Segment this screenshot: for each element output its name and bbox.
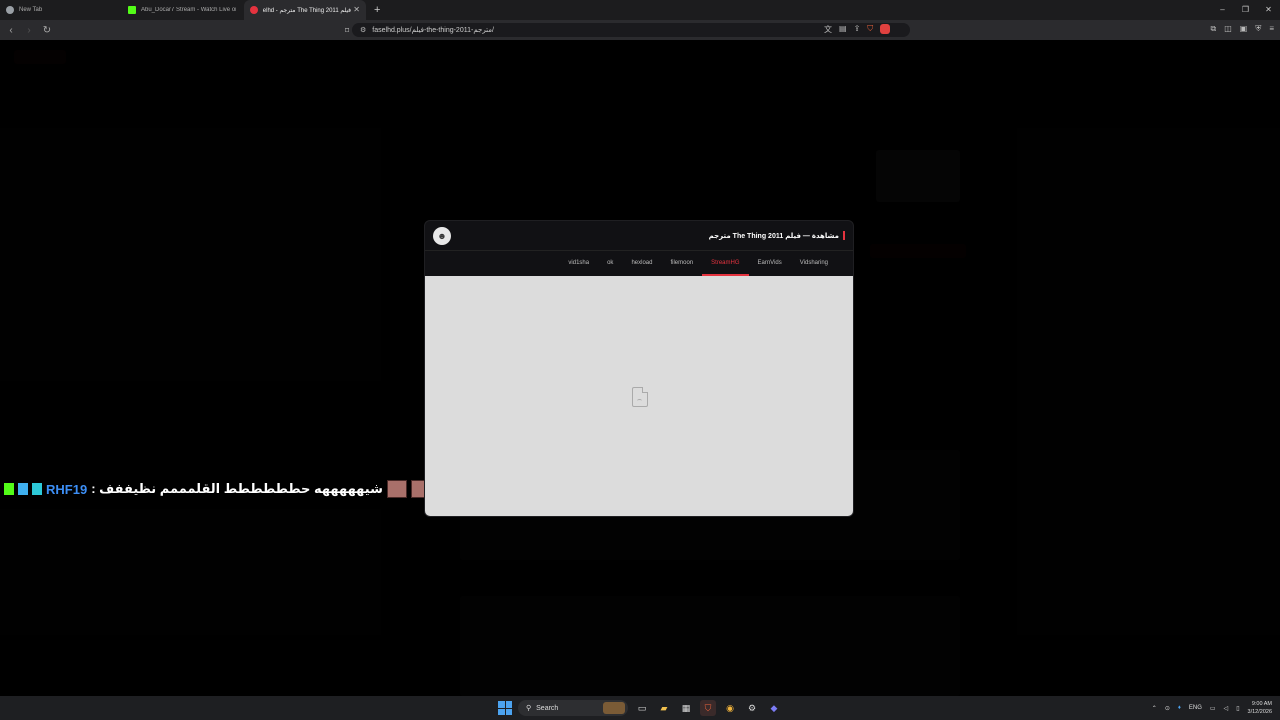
reader-icon[interactable]: ▤ (839, 24, 847, 35)
chat-message-text: : شيهههههه حطططططط القلمممم نظيففف (91, 481, 383, 496)
stream-chat-message: RHF19 : شيهههههه حطططططط القلمممم نظيففف (4, 480, 455, 498)
brave-browser-icon[interactable]: ⛉ (700, 700, 716, 716)
clock-date: 3/12/2026 (1247, 709, 1272, 715)
bookmark-icon[interactable]: ⌑ (345, 26, 349, 35)
server-tab-earnvids[interactable]: EarnVids (749, 251, 791, 276)
new-tab-button[interactable]: + (374, 4, 380, 16)
watch-modal: ☻ مشاهدة — فيلم The Thing 2011 مترجم vid… (424, 220, 854, 517)
modal-title: مشاهدة — فيلم The Thing 2011 مترجم (709, 231, 845, 240)
reload-icon[interactable]: ↻ (40, 25, 54, 36)
tab-title: New Tab (19, 7, 43, 13)
volume-icon[interactable]: ◁ (1224, 705, 1229, 712)
microphone-icon[interactable]: ♦ (1178, 705, 1181, 711)
wallet-icon[interactable]: ▣ (1240, 24, 1248, 34)
server-tab-filemoon[interactable]: filemoon (661, 251, 702, 276)
kick-icon (128, 6, 136, 14)
broken-page-icon (632, 387, 648, 407)
server-tab-vid1sha[interactable]: vid1sha (559, 251, 598, 276)
tab-title: فيلم The Thing 2011 مترجم - faselhd (263, 7, 351, 14)
title-accent (843, 231, 845, 240)
kick-badge-icon (4, 483, 14, 495)
menu-icon[interactable]: ≡ (1269, 24, 1274, 34)
taskbar-apps: ⚲ Search ▭ ▰ ▦ ⛉ ◉ ⚙ ◆ (498, 696, 782, 720)
modal-header: ☻ مشاهدة — فيلم The Thing 2011 مترجم (425, 221, 853, 251)
task-view-icon[interactable]: ▭ (634, 700, 650, 716)
forward-icon[interactable]: › (22, 25, 36, 36)
tray-app-icon[interactable]: ⊙ (1165, 705, 1170, 712)
server-tab-streamhg[interactable]: StreamHG (702, 251, 749, 276)
site-info-icon[interactable]: ⚙ (360, 26, 366, 34)
sidebar-icon[interactable]: ◫ (1224, 24, 1232, 34)
tab-strip: New Tab Abu_Docar7 Stream - Watch Live o… (0, 0, 1280, 20)
app-icon[interactable]: ◆ (766, 700, 782, 716)
tab-title: Abu_Docar7 Stream - Watch Live on (141, 7, 236, 13)
restore-button[interactable]: ❐ (1234, 0, 1257, 20)
tray-chevron-icon[interactable]: ⌃ (1152, 705, 1157, 712)
file-explorer-icon[interactable]: ▰ (656, 700, 672, 716)
extensions-icon[interactable]: ⧉ (1210, 24, 1216, 34)
vpn-icon[interactable]: ⛨ (1255, 24, 1261, 34)
chat-username: RHF19 (46, 481, 88, 497)
gift-badge-icon (32, 483, 42, 495)
chrome-icon[interactable]: ◉ (722, 700, 738, 716)
tab-new-tab[interactable]: New Tab (0, 0, 122, 20)
emote-icon (386, 480, 407, 498)
modal-title-text: مشاهدة — فيلم The Thing 2011 مترجم (708, 232, 839, 240)
language-indicator[interactable]: ENG (1189, 705, 1202, 711)
address-bar-actions: 文 ▤ ⇪ ⛉ (824, 24, 891, 35)
extensions-area: ⧉ ◫ ▣ ⛨ ≡ (1210, 24, 1274, 34)
share-icon[interactable]: ⇪ (854, 24, 861, 35)
video-player-frame[interactable] (425, 276, 853, 516)
window-controls: – ❐ ✕ (1211, 0, 1280, 20)
sub-badge-icon (18, 483, 28, 495)
minimize-button[interactable]: – (1211, 0, 1234, 20)
search-icon: ⚲ (526, 705, 532, 712)
close-tab-icon[interactable]: ✕ (353, 5, 360, 14)
taskbar-search[interactable]: ⚲ Search (518, 700, 628, 716)
terminal-icon[interactable]: ▦ (678, 700, 694, 716)
taskbar-search-label: Search (536, 704, 559, 712)
tab-faselhd[interactable]: فيلم The Thing 2011 مترجم - faselhd ✕ (244, 0, 366, 20)
faselhd-icon (250, 6, 258, 14)
clock[interactable]: 9:00 AM 3/12/2026 (1248, 700, 1272, 716)
close-window-button[interactable]: ✕ (1257, 0, 1280, 20)
brave-shield-icon[interactable]: ⛉ (867, 24, 873, 35)
url-text[interactable]: faselhd.plus/فيلم-the-thing-2011-مترجم/ (372, 26, 494, 34)
taskbar: ⚲ Search ▭ ▰ ▦ ⛉ ◉ ⚙ ◆ ⌃ ⊙ ♦ ENG ▭ ◁ ▯ 9… (0, 696, 1280, 720)
translate-icon[interactable]: 文 (824, 24, 832, 35)
settings-icon[interactable]: ⚙ (744, 700, 760, 716)
server-tabs: vid1sha ok hexload filemoon StreamHG Ear… (425, 251, 853, 276)
brave-rewards-icon[interactable] (880, 24, 891, 34)
back-icon[interactable]: ‹ (4, 25, 18, 36)
battery-icon[interactable]: ▯ (1236, 705, 1239, 712)
system-tray: ⌃ ⊙ ♦ ENG ▭ ◁ ▯ 9:00 AM 3/12/2026 (1152, 696, 1272, 720)
windows-start-icon[interactable] (498, 701, 512, 715)
globe-icon (6, 6, 14, 14)
clock-time: 9:00 AM (1251, 701, 1272, 707)
server-tab-vidsharing[interactable]: Vidsharing (791, 251, 837, 276)
server-tab-hexload[interactable]: hexload (622, 251, 661, 276)
tab-kick-stream[interactable]: Abu_Docar7 Stream - Watch Live on (122, 0, 244, 20)
server-tab-ok[interactable]: ok (598, 251, 622, 276)
site-mascot-icon[interactable]: ☻ (433, 226, 451, 245)
network-icon[interactable]: ▭ (1210, 705, 1216, 712)
search-highlight-icon (603, 702, 625, 714)
